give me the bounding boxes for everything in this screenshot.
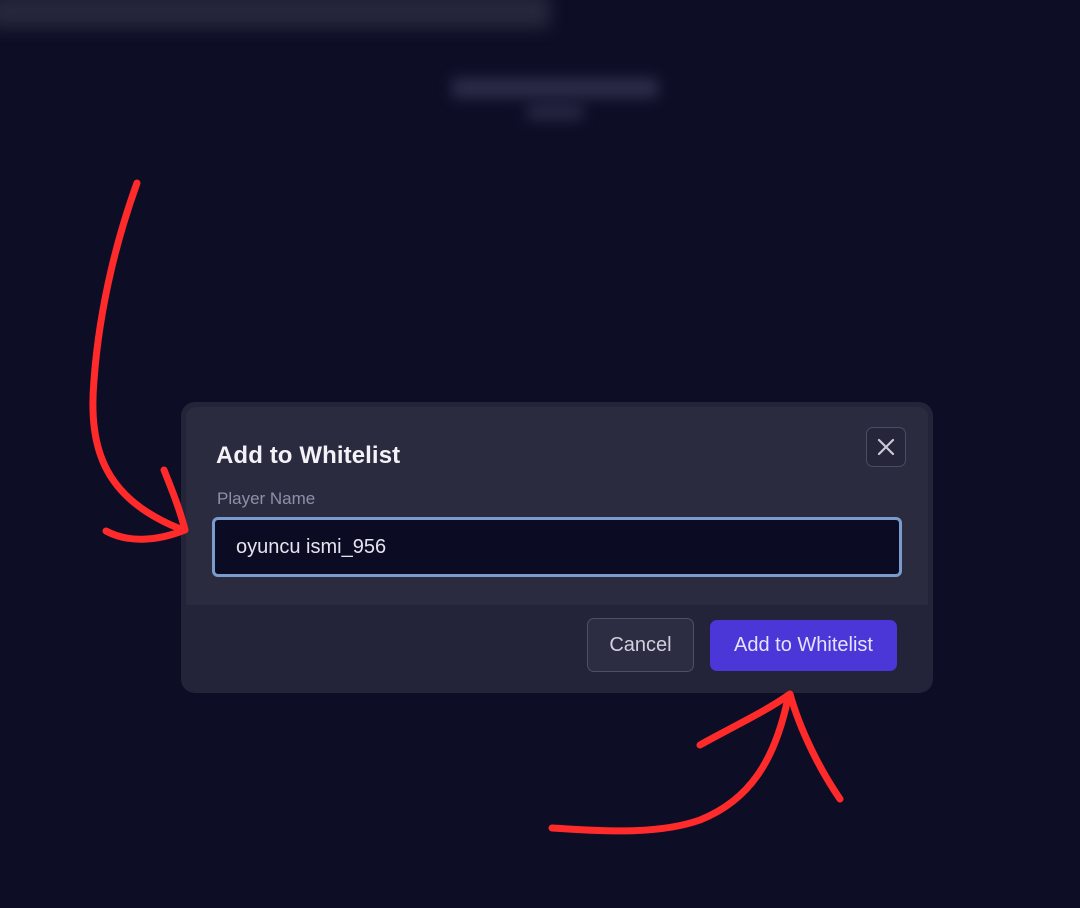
player-name-label: Player Name — [217, 489, 316, 508]
blurred-background-text — [452, 78, 658, 98]
player-name-field-wrapper — [212, 517, 902, 577]
dialog-body: Add to Whitelist Player Name — [186, 407, 928, 605]
cancel-button[interactable]: Cancel — [587, 618, 694, 672]
dialog-title: Add to Whitelist — [216, 442, 401, 469]
arrow-pointing-to-submit-icon — [548, 690, 844, 835]
whitelist-dialog: Add to Whitelist Player Name Cancel Add … — [181, 402, 933, 693]
blurred-header-bar — [0, 0, 550, 28]
player-name-input[interactable] — [215, 520, 899, 574]
blurred-background-text-2 — [527, 104, 583, 120]
arrow-pointing-to-input-icon — [89, 179, 189, 543]
page-background: Add to Whitelist Player Name Cancel Add … — [0, 0, 1080, 908]
close-button[interactable] — [866, 427, 906, 467]
add-to-whitelist-button[interactable]: Add to Whitelist — [710, 620, 897, 671]
close-icon — [877, 438, 895, 456]
